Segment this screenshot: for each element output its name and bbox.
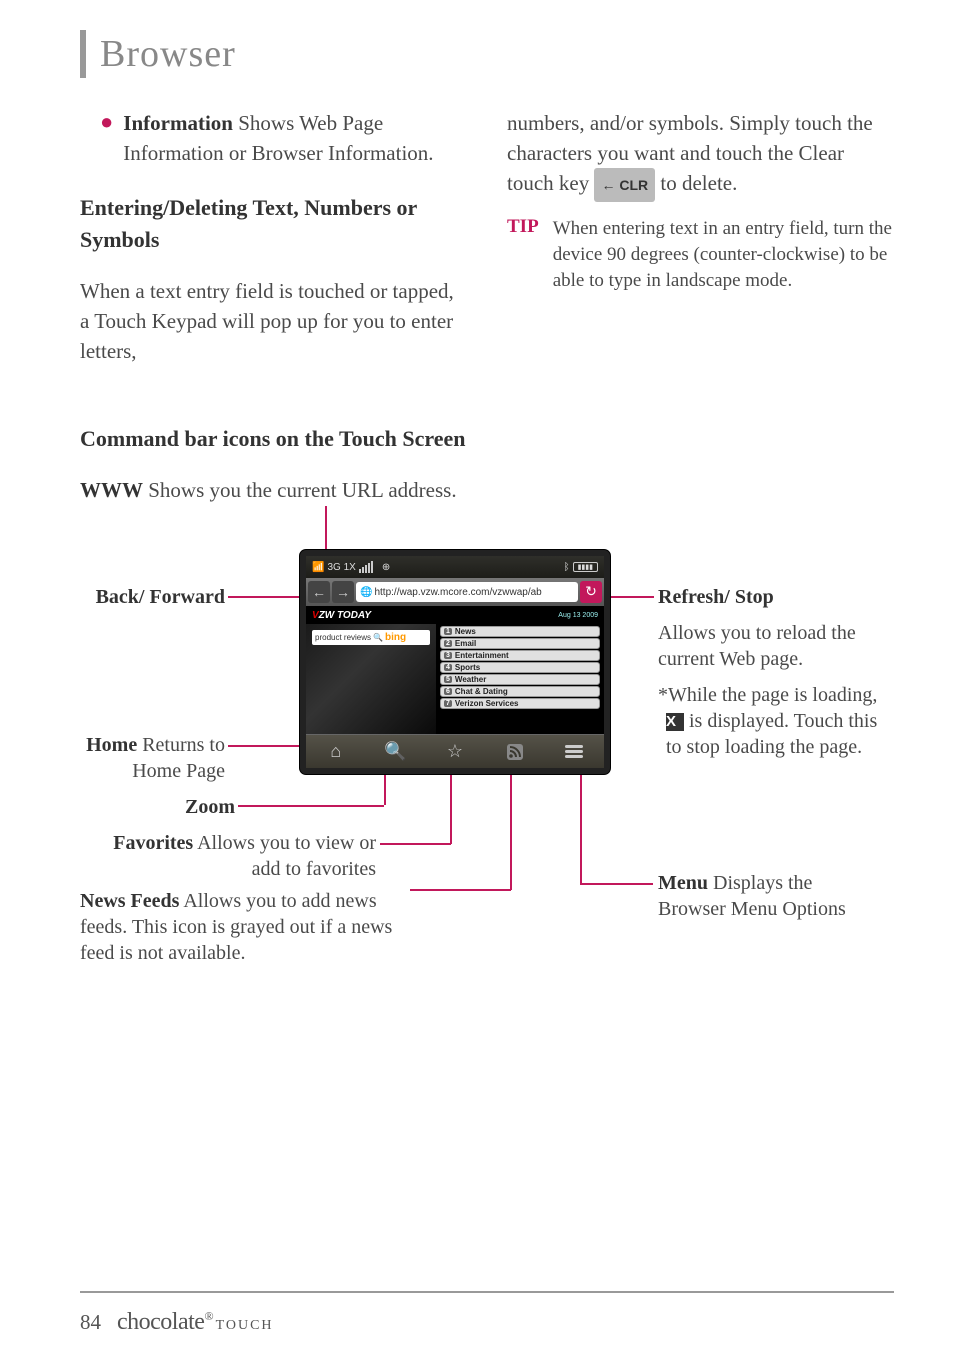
connector-line bbox=[604, 596, 654, 598]
callout-zoom: Zoom bbox=[80, 794, 235, 820]
url-field[interactable]: 🌐 http://wap.vzw.mcore.com/vzwwap/ab bbox=[356, 582, 578, 602]
home-icon[interactable]: ⌂ bbox=[325, 741, 347, 763]
bullet-body: Information Shows Web Page Information o… bbox=[123, 108, 467, 168]
brand-name: chocolate bbox=[117, 1309, 204, 1335]
page-footer: 84 chocolate®TOUCH bbox=[80, 1291, 894, 1336]
signal-icon: 📶 bbox=[312, 562, 324, 573]
connector-line bbox=[380, 843, 451, 845]
callout-menu: Menu Displays the Browser Menu Options bbox=[658, 870, 878, 922]
rss-icon[interactable] bbox=[504, 741, 526, 763]
callout-favorites: Favorites Allows you to view or add to f… bbox=[80, 830, 376, 882]
connector-line bbox=[410, 889, 511, 891]
stop-b: is displayed. Touch this to stop loading… bbox=[666, 710, 877, 758]
gps-icon: ⊕ bbox=[382, 562, 390, 573]
phone-status-bar: 📶 3G 1X ⊕ ᛒ ▮▮▮▮ bbox=[306, 556, 604, 578]
bluetooth-icon: ᛒ bbox=[564, 562, 570, 573]
back-button[interactable]: ← bbox=[308, 581, 330, 603]
para-delete-b: to delete. bbox=[655, 171, 737, 195]
www-rest: Shows you the current URL address. bbox=[143, 478, 457, 502]
refresh-body: Allows you to reload the current Web pag… bbox=[658, 620, 878, 672]
refresh-head: Refresh/ Stop bbox=[658, 584, 878, 610]
status-right: ᛒ ▮▮▮▮ bbox=[564, 562, 598, 573]
section-head-entering: Entering/Deleting Text, Numbers or Symbo… bbox=[80, 192, 467, 256]
tip-row: TIP When entering text in an entry field… bbox=[507, 216, 894, 294]
diagram-head: Command bar icons on the Touch Screen bbox=[80, 426, 894, 452]
registered-icon: ® bbox=[204, 1309, 213, 1323]
status-text: 3G 1X bbox=[327, 562, 355, 573]
header-rule bbox=[80, 30, 86, 78]
bing-prefix: product reviews bbox=[315, 633, 371, 642]
para-delete: numbers, and/or symbols. Simply touch th… bbox=[507, 108, 894, 202]
fav-bold: Favorites bbox=[113, 832, 193, 854]
body-columns: ● Information Shows Web Page Information… bbox=[80, 108, 894, 366]
bullet-information: ● Information Shows Web Page Information… bbox=[100, 108, 467, 168]
bullet-bold: Information bbox=[123, 111, 233, 135]
bottom-toolbar: ⌂ 🔍 ☆ bbox=[306, 734, 604, 768]
stop-note: *While the page is loading, X is display… bbox=[658, 682, 878, 760]
tip-label: TIP bbox=[507, 216, 539, 294]
content-area: product reviews 🔍 bing 1News 2Email 3Ent… bbox=[306, 624, 604, 734]
connector-line bbox=[510, 764, 512, 890]
connector-line bbox=[580, 883, 653, 885]
menu-item[interactable]: 6Chat & Dating bbox=[440, 686, 600, 697]
search-tiny-icon: 🔍 bbox=[373, 633, 383, 642]
home-bold: Home bbox=[86, 734, 137, 756]
phone-mock: 📶 3G 1X ⊕ ᛒ ▮▮▮▮ ← → 🌐 http://wap.vzw bbox=[300, 550, 610, 774]
globe-icon: 🌐 bbox=[360, 587, 372, 598]
callout-home: Home Returns to Home Page bbox=[80, 732, 225, 784]
para-entering: When a text entry field is touched or ta… bbox=[80, 276, 467, 366]
menu-icon[interactable] bbox=[563, 741, 585, 763]
menu-item[interactable]: 5Weather bbox=[440, 674, 600, 685]
news-bold: News Feeds bbox=[80, 890, 179, 912]
column-right: numbers, and/or symbols. Simply touch th… bbox=[507, 108, 894, 366]
fav-rest: Allows you to view or add to favorites bbox=[193, 832, 376, 880]
callout-news-feeds: News Feeds Allows you to add news feeds.… bbox=[80, 888, 420, 966]
www-callout: WWW Shows you the current URL address. bbox=[80, 476, 894, 504]
brand-logo: chocolate®TOUCH bbox=[117, 1309, 274, 1336]
page-title: Browser bbox=[100, 32, 236, 76]
x-stop-icon: X bbox=[666, 713, 684, 731]
bing-logo: bing bbox=[385, 632, 406, 643]
menu-list: 1News 2Email 3Entertainment 4Sports 5Wea… bbox=[436, 624, 604, 734]
battery-icon: ▮▮▮▮ bbox=[573, 562, 598, 572]
tip-body: When entering text in an entry field, tu… bbox=[553, 216, 894, 294]
menu-item[interactable]: 7Verizon Services bbox=[440, 698, 600, 709]
menu-item[interactable]: 2Email bbox=[440, 638, 600, 649]
zoom-icon[interactable]: 🔍 bbox=[384, 741, 406, 763]
connector-line bbox=[450, 764, 452, 844]
favorites-icon[interactable]: ☆ bbox=[444, 741, 466, 763]
back-forward-label: Back/ Forward bbox=[96, 586, 225, 608]
date-label: Aug 13 2009 bbox=[558, 612, 598, 619]
diagram-section: Command bar icons on the Touch Screen WW… bbox=[80, 426, 894, 1010]
vzw-label: VVZW TODAYZW TODAY bbox=[312, 610, 371, 621]
menu-bold: Menu bbox=[658, 872, 708, 894]
signal-bars-icon bbox=[359, 561, 373, 573]
status-left: 📶 3G 1X ⊕ bbox=[312, 561, 390, 573]
stop-a: *While the page is loading, bbox=[658, 684, 877, 706]
bing-search-box[interactable]: product reviews 🔍 bing bbox=[312, 630, 430, 645]
page-header: Browser bbox=[80, 30, 894, 78]
vzw-today-bar: VVZW TODAYZW TODAY Aug 13 2009 bbox=[306, 606, 604, 624]
home-rest: Returns to Home Page bbox=[132, 734, 225, 782]
column-left: ● Information Shows Web Page Information… bbox=[80, 108, 467, 366]
diagram-area: 📶 3G 1X ⊕ ᛒ ▮▮▮▮ ← → 🌐 http://wap.vzw bbox=[80, 510, 894, 1010]
page-number: 84 bbox=[80, 1310, 101, 1335]
url-text: http://wap.vzw.mcore.com/vzwwap/ab bbox=[374, 587, 541, 598]
address-row: ← → 🌐 http://wap.vzw.mcore.com/vzwwap/ab… bbox=[306, 578, 604, 606]
content-image: product reviews 🔍 bing bbox=[306, 624, 436, 734]
menu-item[interactable]: 1News bbox=[440, 626, 600, 637]
zoom-label: Zoom bbox=[185, 796, 235, 818]
callout-refresh: Refresh/ Stop Allows you to reload the c… bbox=[658, 584, 878, 760]
menu-item[interactable]: 4Sports bbox=[440, 662, 600, 673]
callout-back-forward: Back/ Forward bbox=[80, 584, 225, 610]
brand-suffix: TOUCH bbox=[216, 1318, 274, 1333]
bullet-dot-icon: ● bbox=[100, 110, 113, 168]
connector-line bbox=[580, 764, 582, 884]
clr-key-icon: ← CLR bbox=[594, 168, 655, 202]
menu-item[interactable]: 3Entertainment bbox=[440, 650, 600, 661]
forward-button[interactable]: → bbox=[332, 581, 354, 603]
connector-line bbox=[238, 805, 384, 807]
refresh-button[interactable]: ↻ bbox=[580, 581, 602, 603]
www-bold: WWW bbox=[80, 478, 143, 502]
